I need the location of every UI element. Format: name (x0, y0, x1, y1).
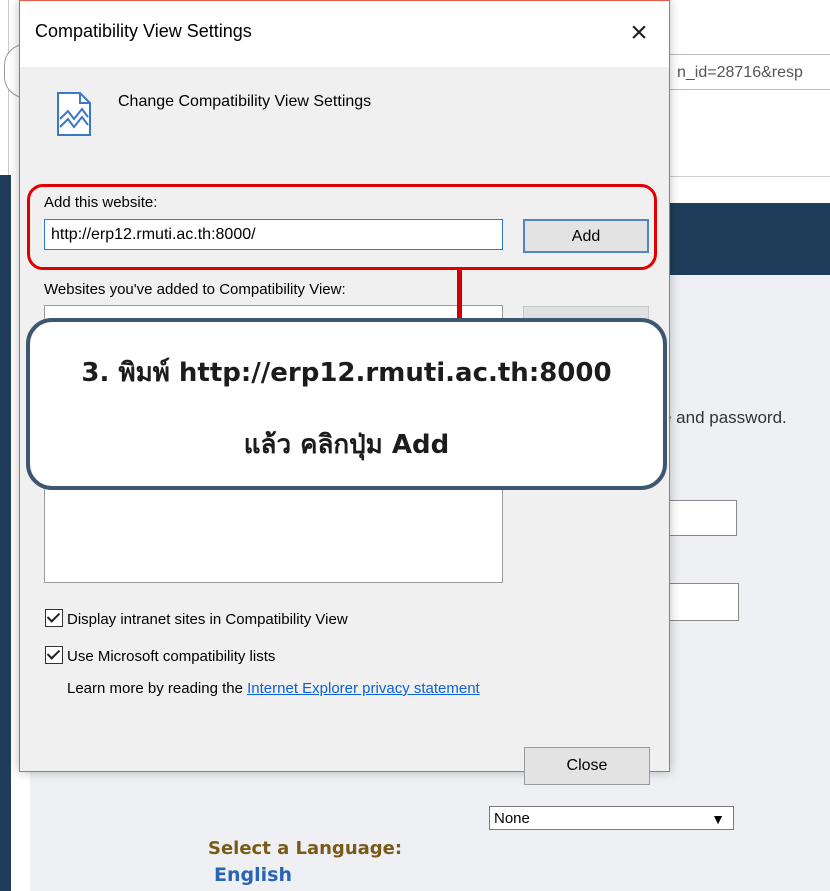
login-instructions: e and password. (662, 408, 787, 427)
privacy-statement-link[interactable]: Internet Explorer privacy statement (247, 680, 480, 697)
intranet-checkbox[interactable] (45, 609, 63, 627)
address-text: n_id=28716&resp (677, 64, 803, 81)
dialog-titlebar[interactable]: Compatibility View Settings × (20, 1, 669, 67)
chevron-down-icon: ▼ (711, 811, 725, 827)
intranet-checkbox-row[interactable]: Display intranet sites in Compatibility … (45, 609, 348, 628)
callout-line-2: แล้ว คลิกปุ่ม Add (243, 430, 450, 460)
ms-lists-checkbox-label: Use Microsoft compatibility lists (67, 648, 276, 665)
dialog-header-text: Change Compatibility View Settings (118, 93, 372, 110)
compatibility-view-icon (57, 92, 91, 136)
callout-line-1: 3. พิมพ์ http://erp12.rmuti.ac.th:8000 (81, 358, 612, 388)
learn-more-text: Learn more by reading the Internet Explo… (67, 680, 480, 697)
instruction-callout: 3. พิมพ์ http://erp12.rmuti.ac.th:8000 แ… (26, 318, 667, 490)
ms-lists-checkbox[interactable] (45, 646, 63, 664)
learn-more-prefix: Learn more by reading the (67, 680, 248, 697)
close-icon[interactable]: × (617, 11, 661, 55)
address-bar[interactable]: n_id=28716&resp (650, 54, 830, 90)
dialog-title: Compatibility View Settings (35, 21, 252, 41)
language-label: Select a Language: (208, 838, 403, 859)
page-banner (650, 203, 830, 275)
intranet-checkbox-label: Display intranet sites in Compatibility … (67, 611, 348, 628)
language-select[interactable]: None ▼ (489, 806, 734, 830)
language-link-english[interactable]: English (214, 864, 292, 886)
language-select-value: None (494, 810, 530, 827)
highlight-box (27, 184, 657, 270)
added-sites-label: Websites you've added to Compatibility V… (44, 281, 346, 298)
ms-lists-checkbox-row[interactable]: Use Microsoft compatibility lists (45, 646, 275, 665)
page-side-strip (0, 175, 11, 891)
callout-connector (457, 270, 462, 322)
browser-toolbar (650, 136, 830, 177)
close-button[interactable]: Close (524, 747, 650, 785)
